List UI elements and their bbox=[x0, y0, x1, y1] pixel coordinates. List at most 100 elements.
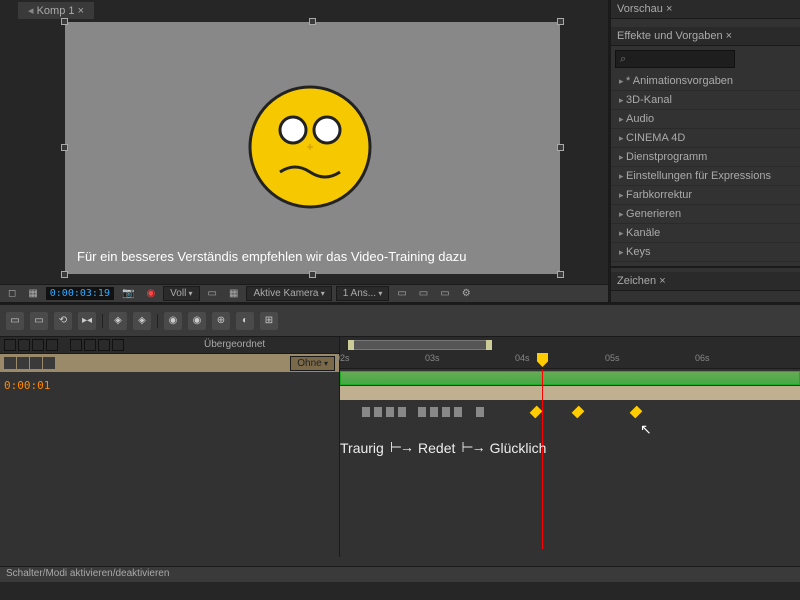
layer-duration[interactable] bbox=[340, 386, 800, 400]
keyframe-active[interactable] bbox=[630, 406, 643, 419]
col-shy[interactable] bbox=[70, 339, 82, 351]
close-icon[interactable]: × bbox=[659, 275, 665, 287]
effects-category[interactable]: 3D-Kanal bbox=[611, 91, 800, 110]
keyframe-active[interactable] bbox=[530, 406, 543, 419]
keyframe[interactable] bbox=[442, 407, 450, 417]
status-text: Schalter/Modi aktivieren/deaktivieren bbox=[6, 568, 169, 579]
keyframe[interactable] bbox=[374, 407, 382, 417]
playhead[interactable] bbox=[542, 369, 543, 549]
btn-d[interactable]: ▭ bbox=[436, 287, 453, 300]
time-tick: 05s bbox=[605, 353, 620, 363]
col-fx[interactable] bbox=[84, 339, 96, 351]
timeline-toolbar: ▭ ▭ ⟲ ▸◂ ◈ ◈ ◉ ◉ ⊕ ◐ ⊞ bbox=[0, 305, 800, 337]
tool-icon[interactable]: ⊞ bbox=[260, 312, 278, 330]
parent-dropdown[interactable]: Ohne bbox=[290, 356, 335, 371]
effects-search-input[interactable] bbox=[615, 50, 735, 68]
effects-category[interactable]: Kanäle bbox=[611, 224, 800, 243]
cube-icon[interactable]: ◈ bbox=[133, 312, 151, 330]
tool-icon[interactable]: ▸◂ bbox=[78, 312, 96, 330]
close-icon[interactable]: × bbox=[78, 5, 84, 17]
magnify-icon[interactable]: ◻ bbox=[4, 287, 20, 300]
col-blend[interactable] bbox=[98, 339, 110, 351]
tool-icon[interactable]: ◉ bbox=[164, 312, 182, 330]
keyframe[interactable] bbox=[476, 407, 484, 417]
transparency-icon[interactable]: ▦ bbox=[225, 287, 242, 300]
keyframe[interactable] bbox=[386, 407, 394, 417]
resolution-dropdown[interactable]: Voll bbox=[163, 286, 199, 301]
time-tick: 06s bbox=[695, 353, 710, 363]
tool-icon[interactable]: ▭ bbox=[30, 312, 48, 330]
handle-bot-left[interactable] bbox=[61, 271, 68, 278]
camera-dropdown[interactable]: Aktive Kamera bbox=[246, 286, 331, 301]
effects-category[interactable]: Dienstprogramm bbox=[611, 148, 800, 167]
col-visibility[interactable] bbox=[4, 339, 16, 351]
canvas[interactable]: Für ein besseres Verständis empfehlen wi… bbox=[65, 22, 560, 274]
composition-tab[interactable]: Komp 1 × bbox=[18, 2, 94, 19]
keyframe[interactable] bbox=[418, 407, 426, 417]
draw-panel-header[interactable]: Zeichen × bbox=[611, 272, 800, 291]
handle-bot-right[interactable] bbox=[557, 271, 564, 278]
effects-category[interactable]: Einstellungen für Expressions bbox=[611, 167, 800, 186]
btn-c[interactable]: ▭ bbox=[415, 287, 432, 300]
keyframe[interactable] bbox=[362, 407, 370, 417]
keyframe-active[interactable] bbox=[572, 406, 585, 419]
effects-category[interactable]: CINEMA 4D bbox=[611, 129, 800, 148]
status-bar: Schalter/Modi aktivieren/deaktivieren bbox=[0, 566, 800, 582]
layer-row[interactable]: Ohne bbox=[0, 354, 339, 372]
effects-category[interactable]: Keys bbox=[611, 243, 800, 262]
handle-bot-mid[interactable] bbox=[309, 271, 316, 278]
tool-icon[interactable]: ◐ bbox=[236, 312, 254, 330]
state-happy: Glücklich bbox=[490, 440, 547, 456]
handle-top-left[interactable] bbox=[61, 18, 68, 25]
btn-b[interactable]: ▭ bbox=[393, 287, 410, 300]
handle-top-right[interactable] bbox=[557, 18, 564, 25]
col-lock[interactable] bbox=[46, 339, 58, 351]
tool-icon[interactable]: ▭ bbox=[6, 312, 24, 330]
comp-name: Komp 1 bbox=[37, 5, 75, 17]
handle-mid-right[interactable] bbox=[557, 144, 564, 151]
keyframe-row bbox=[340, 405, 800, 419]
handle-mid-left[interactable] bbox=[61, 144, 68, 151]
time-ruler[interactable]: 02s03s04s05s06s bbox=[340, 337, 800, 369]
smiley-face[interactable] bbox=[245, 82, 375, 212]
work-area-start[interactable] bbox=[348, 340, 354, 350]
timeline-tracks[interactable]: 02s03s04s05s06s bbox=[340, 337, 800, 557]
btn-a[interactable]: ▭ bbox=[204, 287, 221, 300]
close-icon[interactable]: × bbox=[726, 30, 732, 42]
timecode[interactable]: 0:00:03:19 bbox=[46, 287, 114, 300]
keyframe[interactable] bbox=[430, 407, 438, 417]
effects-tree: * Animationsvorgaben3D-KanalAudioCINEMA … bbox=[611, 72, 800, 262]
timeline-panel: ▭ ▭ ⟲ ▸◂ ◈ ◈ ◉ ◉ ⊕ ◐ ⊞ bbox=[0, 302, 800, 582]
grid-icon[interactable]: ▦ bbox=[24, 287, 41, 300]
tool-icon[interactable]: ◉ bbox=[188, 312, 206, 330]
col-3d[interactable] bbox=[112, 339, 124, 351]
work-area-end[interactable] bbox=[486, 340, 492, 350]
effects-category[interactable]: Audio bbox=[611, 110, 800, 129]
current-time[interactable]: 0:00:01 bbox=[4, 379, 50, 392]
state-labels: Traurig ⊢→ Redet ⊢→ Glücklich bbox=[340, 439, 546, 456]
effects-category[interactable]: Generieren bbox=[611, 205, 800, 224]
channel-icon[interactable]: ◉ bbox=[142, 287, 159, 300]
work-area-bar[interactable] bbox=[350, 340, 490, 350]
preview-panel-header[interactable]: Vorschau × bbox=[611, 0, 800, 19]
keyframe[interactable] bbox=[454, 407, 462, 417]
time-tick: 02s bbox=[335, 353, 350, 363]
effects-category[interactable]: Farbkorrektur bbox=[611, 186, 800, 205]
effects-panel-header[interactable]: Effekte und Vorgaben × bbox=[611, 27, 800, 46]
snapshot-icon[interactable]: 📷 bbox=[118, 287, 138, 300]
effects-category[interactable]: * Animationsvorgaben bbox=[611, 72, 800, 91]
keyframe[interactable] bbox=[398, 407, 406, 417]
cube-icon[interactable]: ◈ bbox=[109, 312, 127, 330]
tool-icon[interactable]: ⊕ bbox=[212, 312, 230, 330]
right-panel-stack: Vorschau × Effekte und Vorgaben × * Anim… bbox=[610, 0, 800, 302]
col-audio[interactable] bbox=[18, 339, 30, 351]
layer-bar[interactable] bbox=[340, 371, 800, 385]
btn-e[interactable]: ⚙ bbox=[458, 287, 475, 300]
effects-label: Effekte und Vorgaben bbox=[617, 30, 723, 42]
cursor-icon: ↖ bbox=[640, 421, 652, 438]
views-dropdown[interactable]: 1 Ans... bbox=[336, 286, 390, 301]
close-icon[interactable]: × bbox=[666, 3, 672, 15]
tool-icon[interactable]: ⟲ bbox=[54, 312, 72, 330]
col-solo[interactable] bbox=[32, 339, 44, 351]
handle-top-mid[interactable] bbox=[309, 18, 316, 25]
